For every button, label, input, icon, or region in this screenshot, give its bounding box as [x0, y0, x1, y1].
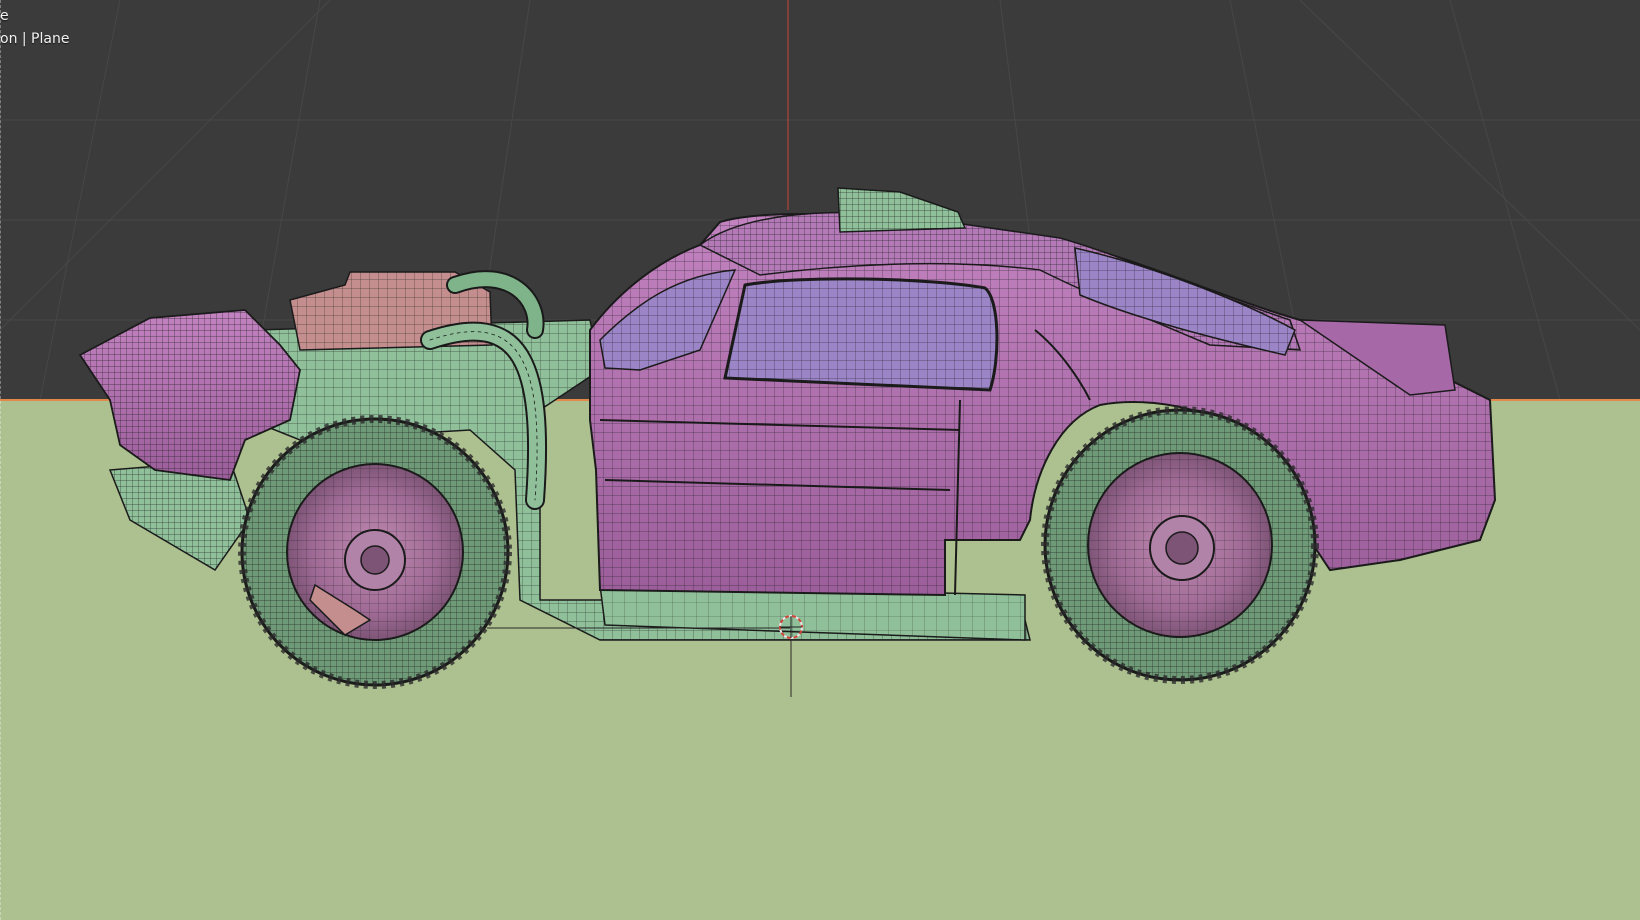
viewport-edge — [0, 0, 2, 920]
viewport-info-line-1: e — [0, 8, 9, 24]
3d-viewport[interactable]: e on | Plane — [0, 0, 1640, 920]
scene-canvas[interactable] — [0, 0, 1640, 920]
viewport-info-line-2: on | Plane — [0, 31, 70, 47]
rear-wheel[interactable] — [1041, 406, 1319, 684]
front-wheel[interactable] — [238, 415, 512, 689]
